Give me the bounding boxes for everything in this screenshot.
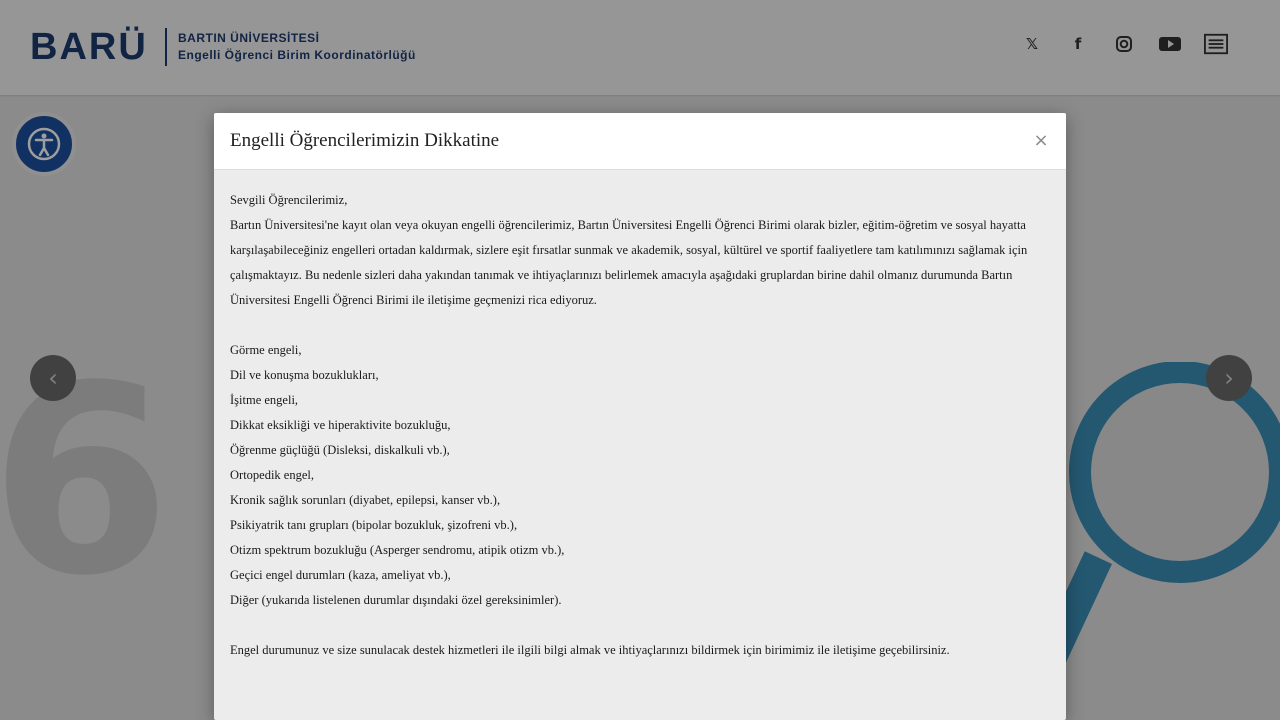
close-icon[interactable]: × [1030, 129, 1052, 151]
list-item: Öğrenme güçlüğü (Disleksi, diskalkuli vb… [230, 443, 450, 457]
list-item: Diğer (yukarıda listelenen durumlar dışı… [230, 593, 562, 607]
list-item: Dil ve konuşma bozuklukları, [230, 368, 379, 382]
modal-closing: Engel durumunuz ve size sunulacak destek… [230, 643, 950, 657]
modal-header: Engelli Öğrencilerimizin Dikkatine × [214, 113, 1066, 170]
modal-greeting: Sevgili Öğrencilerimiz, [230, 193, 348, 207]
list-item: Geçici engel durumları (kaza, ameliyat v… [230, 568, 451, 582]
list-item: Görme engeli, [230, 343, 302, 357]
list-item: Dikkat eksikliği ve hiperaktivite bozukl… [230, 418, 451, 432]
list-item: Psikiyatrik tanı grupları (bipolar bozuk… [230, 518, 518, 532]
modal-body: Sevgili Öğrencilerimiz, Bartın Üniversit… [214, 170, 1066, 663]
list-item: Kronik sağlık sorunları (diyabet, epilep… [230, 493, 501, 507]
info-modal: Engelli Öğrencilerimizin Dikkatine × Sev… [214, 113, 1066, 720]
modal-intro: Bartın Üniversitesi'ne kayıt olan veya o… [230, 218, 1028, 307]
list-item: Otizm spektrum bozukluğu (Asperger sendr… [230, 543, 565, 557]
list-item: Ortopedik engel, [230, 468, 315, 482]
list-item: İşitme engeli, [230, 393, 299, 407]
modal-title: Engelli Öğrencilerimizin Dikkatine [230, 130, 500, 151]
